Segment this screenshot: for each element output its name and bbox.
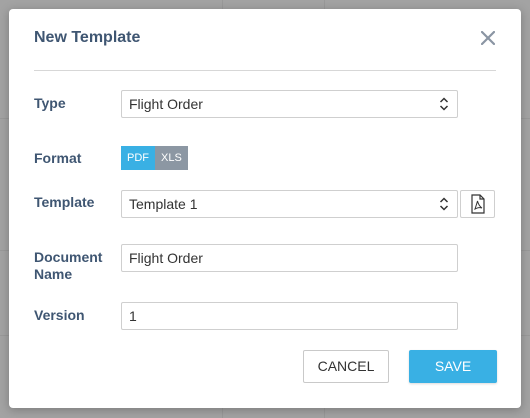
document-name-label: Document Name (34, 249, 102, 283)
document-name-input[interactable]: Flight Order (121, 244, 458, 272)
type-select[interactable]: Flight Order (121, 90, 458, 118)
close-button[interactable] (477, 27, 499, 49)
dialog-title: New Template (34, 29, 141, 46)
template-select-value: Template 1 (129, 196, 198, 212)
save-button[interactable]: SAVE (409, 350, 497, 383)
close-icon (481, 31, 495, 45)
format-label: Format (34, 150, 82, 166)
type-select-value: Flight Order (129, 96, 203, 112)
document-name-label-line2: Name (34, 266, 73, 282)
version-label: Version (34, 307, 85, 323)
version-input[interactable]: 1 (121, 302, 458, 330)
template-preview-button[interactable] (460, 190, 495, 218)
header-divider (34, 70, 496, 71)
select-caret-icon (439, 97, 449, 111)
format-option-pdf[interactable]: PDF (121, 146, 155, 170)
pdf-file-icon (470, 194, 485, 214)
cancel-button[interactable]: CANCEL (303, 350, 389, 383)
new-template-dialog: New Template Type Flight Order Format PD… (9, 9, 521, 408)
template-select[interactable]: Template 1 (121, 190, 458, 218)
type-label: Type (34, 95, 66, 111)
document-name-label-line1: Document (34, 249, 103, 265)
format-option-xls[interactable]: XLS (155, 146, 188, 170)
select-caret-icon (439, 197, 449, 211)
format-toggle-group: PDF XLS (121, 146, 188, 170)
template-label: Template (34, 194, 95, 210)
